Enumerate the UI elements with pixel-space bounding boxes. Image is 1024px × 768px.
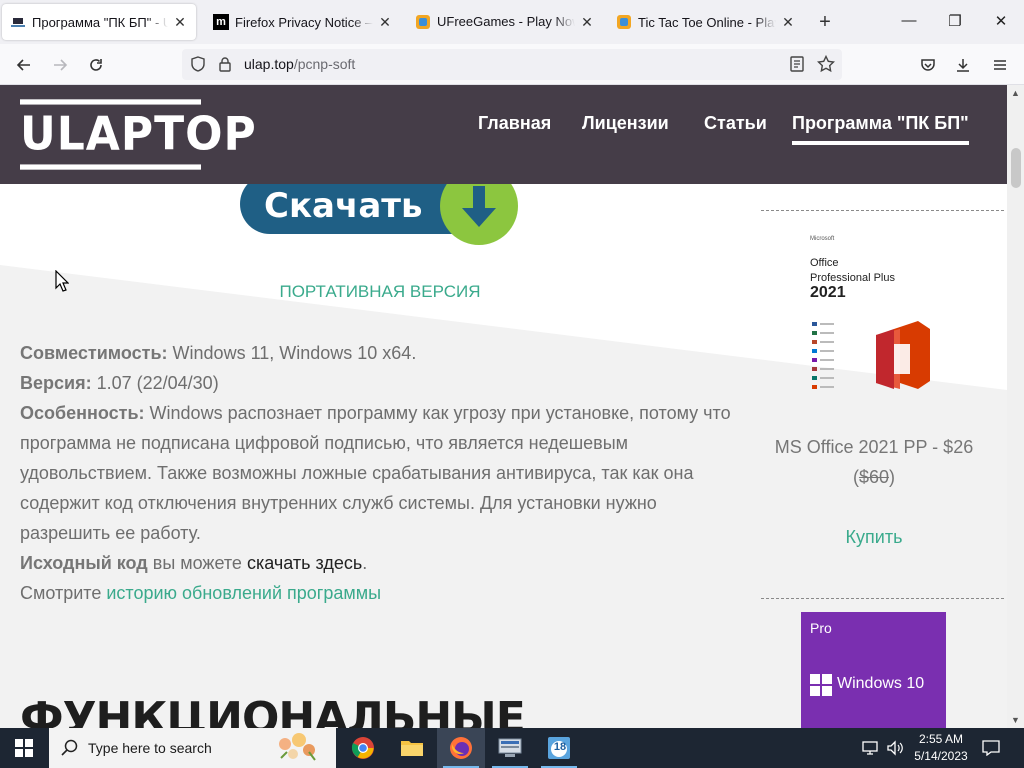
sidebar-divider (761, 210, 1004, 211)
scroll-up-icon[interactable]: ▲ (1007, 88, 1024, 98)
reload-icon (90, 59, 102, 71)
network-tray-icon[interactable] (862, 728, 880, 768)
tab-ulaptop[interactable]: Программа "ПК БП" - ULaptop ✕ (2, 4, 196, 40)
tab-tictactoe[interactable]: Tic Tac Toe Online - Play Now ✕ (608, 4, 804, 40)
ulaptop-favicon-icon (10, 14, 26, 30)
clock-time: 2:55 AM (918, 732, 964, 746)
windows-logo-icon (810, 674, 832, 696)
source-download-link[interactable]: скачать здесь (247, 553, 362, 573)
bookmark-star-icon[interactable] (816, 54, 836, 78)
office-product-title[interactable]: MS Office 2021 PP - $26 (761, 437, 987, 458)
section-heading: ФУНКЦИОНАЛЬНЫЕ (20, 693, 526, 728)
address-bar[interactable]: ulap.top/pcnp-soft (182, 49, 842, 80)
maximize-button[interactable]: ❐ (945, 12, 965, 30)
history-line: Смотрите историю обновлений программы (20, 583, 382, 603)
compat-line: Совместимость: Windows 11, Windows 10 x6… (20, 343, 417, 363)
reader-view-icon[interactable] (789, 56, 805, 77)
url-text[interactable]: ulap.top/pcnp-soft (244, 56, 355, 72)
nav-item-articles[interactable]: Статьи (704, 113, 767, 134)
lock-icon[interactable] (218, 56, 232, 77)
back-arrow-icon (16, 59, 30, 71)
new-tab-button[interactable]: + (814, 11, 836, 34)
close-tab-icon[interactable]: ✕ (579, 14, 595, 31)
pocket-button[interactable] (916, 53, 940, 77)
tab-ufreegames[interactable]: UFreeGames - Play Now 🎮 ✕ (407, 4, 603, 40)
nav-toolbar: ulap.top/pcnp-soft (0, 44, 1024, 85)
chrome-icon (351, 737, 374, 759)
feature-line: Особенность: Windows распознает программ… (20, 403, 731, 543)
portable-version-link[interactable]: ПОРТАТИВНАЯ ВЕРСИЯ (20, 282, 740, 302)
ufreegames-favicon-icon (415, 14, 431, 30)
taskbar-clock[interactable]: 2:55 AM 5/14/2023 (906, 731, 976, 765)
mouse-cursor-icon (55, 270, 69, 292)
network-app-icon (498, 738, 522, 757)
minimize-button[interactable]: — (899, 12, 919, 29)
file-explorer-icon (401, 741, 423, 756)
search-placeholder: Type here to search (88, 740, 212, 756)
scrollbar-thumb[interactable] (1011, 148, 1021, 188)
windows-product-name: Windows 10 (837, 675, 925, 692)
flowers-decoration-icon (279, 733, 316, 761)
clock-date: 5/14/2023 (914, 749, 968, 763)
taskbar-calendar-app[interactable]: 18 (535, 728, 583, 768)
forward-button[interactable] (48, 53, 72, 77)
shield-icon[interactable] (190, 56, 206, 77)
download-button[interactable]: Скачать (240, 184, 520, 247)
taskbar-firefox[interactable] (437, 728, 485, 768)
windows-start-icon (15, 739, 33, 757)
sidebar-divider (761, 598, 1004, 599)
nav-item-program[interactable]: Программа "ПК БП" (792, 113, 969, 145)
download-icon (957, 59, 969, 72)
close-tab-icon[interactable]: ✕ (377, 14, 393, 31)
taskbar: Type here to search 18 2:55 AM 5/14/2023 (0, 728, 1024, 768)
windows-edition-label: Pro (810, 620, 832, 636)
notifications-icon[interactable] (982, 728, 1000, 768)
menu-button[interactable] (988, 53, 1012, 77)
close-tab-icon[interactable]: ✕ (780, 14, 796, 31)
back-button[interactable] (12, 53, 36, 77)
pocket-icon (921, 59, 935, 71)
tictactoe-favicon-icon (616, 14, 632, 30)
firefox-icon (450, 737, 472, 759)
taskbar-chrome[interactable] (339, 728, 387, 768)
close-tab-icon[interactable]: ✕ (172, 14, 188, 31)
volume-icon[interactable] (886, 728, 904, 768)
office-product-image[interactable]: Microsoft Office Professional Plus 2021 (806, 232, 942, 402)
calendar-badge: 18 (553, 741, 567, 753)
taskbar-search-box[interactable]: Type here to search (49, 728, 336, 768)
start-button[interactable] (0, 728, 48, 768)
nav-item-home[interactable]: Главная (478, 113, 551, 134)
office-buy-link[interactable]: Купить (761, 527, 987, 548)
office-old-price: ($60) (852, 467, 896, 487)
tab-strip: Программа "ПК БП" - ULaptop ✕ m Firefox … (0, 0, 1024, 44)
search-icon (61, 739, 78, 756)
windows-product-image[interactable]: Pro Windows 10 (801, 612, 946, 728)
downloads-button[interactable] (951, 53, 975, 77)
update-history-link[interactable]: историю обновлений программы (106, 583, 381, 603)
version-line: Версия: 1.07 (22/04/30) (20, 373, 219, 393)
taskbar-file-explorer[interactable] (388, 728, 436, 768)
hamburger-menu-icon (994, 60, 1006, 70)
page-scrollbar[interactable]: ▲ ▼ (1007, 85, 1024, 728)
download-button-label: Скачать (264, 186, 423, 226)
tab-firefox-privacy[interactable]: m Firefox Privacy Notice — Mozilla ✕ (205, 4, 401, 40)
site-logo[interactable]: ULAPTOP (20, 99, 256, 170)
page-viewport: ULAPTOP Главная Лицензии Статьи Программ… (0, 85, 1007, 728)
mozilla-favicon-icon: m (213, 14, 229, 30)
close-window-button[interactable]: ✕ (991, 12, 1011, 30)
site-header: ULAPTOP Главная Лицензии Статьи Программ… (0, 85, 1007, 184)
nav-item-licenses[interactable]: Лицензии (582, 113, 669, 134)
forward-arrow-icon (54, 59, 68, 71)
program-info: Совместимость: Windows 11, Windows 10 x6… (20, 338, 745, 608)
office-logo-icon (812, 321, 930, 389)
reload-button[interactable] (84, 53, 108, 77)
source-line: Исходный код вы можете скачать здесь. (20, 553, 368, 573)
taskbar-network-app[interactable] (486, 728, 534, 768)
scroll-down-icon[interactable]: ▼ (1007, 715, 1024, 725)
